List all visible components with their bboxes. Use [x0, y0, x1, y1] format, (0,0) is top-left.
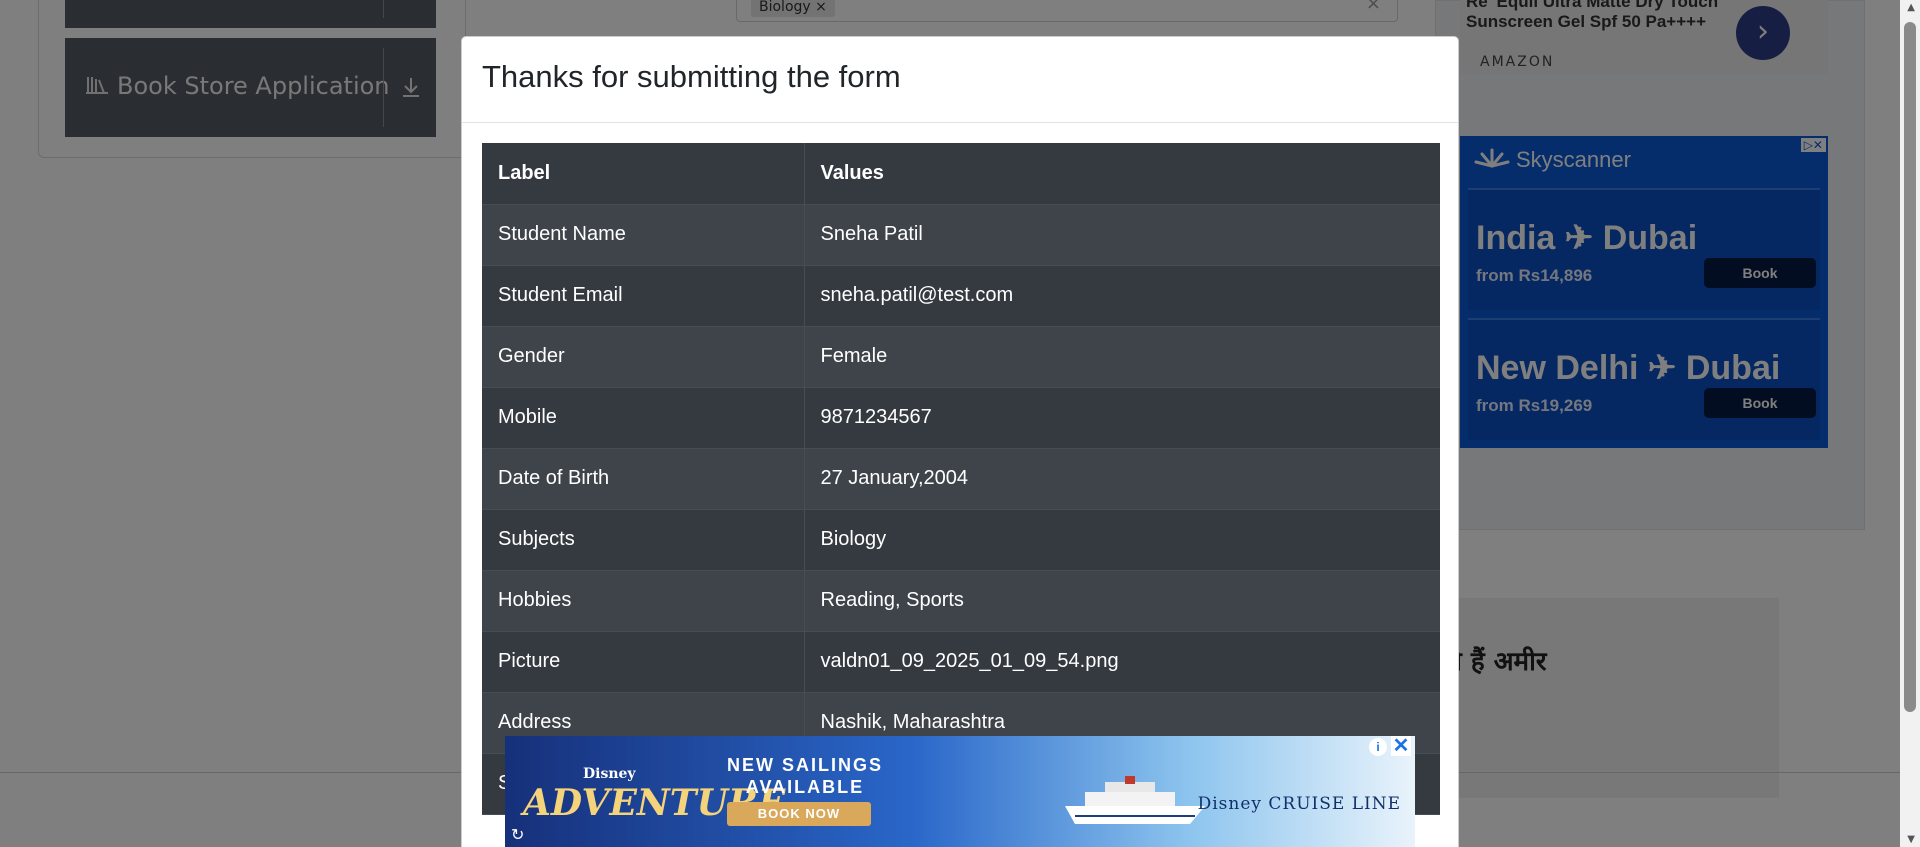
table-row: Subjects Biology [482, 509, 1440, 571]
disney-cruise-ad[interactable]: Disney ADVENTURE NEW SAILINGS AVAILABLE … [505, 736, 1415, 847]
row-value: 9871234567 [804, 387, 1440, 449]
table-row: Hobbies Reading, Sports [482, 570, 1440, 632]
table-row: Student Name Sneha Patil [482, 204, 1440, 266]
disney-headline-line1: NEW SAILINGS [727, 755, 884, 775]
scrollbar-thumb[interactable] [1904, 22, 1916, 712]
row-value: sneha.patil@test.com [804, 265, 1440, 327]
table-row: Picture valdn01_09_2025_01_09_54.png [482, 631, 1440, 693]
row-label: Student Name [482, 204, 805, 266]
row-label: Mobile [482, 387, 805, 449]
disney-cruise-line-brand: Disney CRUISE LINE [1197, 794, 1401, 814]
row-value: valdn01_09_2025_01_09_54.png [804, 631, 1440, 693]
row-label: Gender [482, 326, 805, 388]
scroll-down-icon[interactable]: ▼ [1907, 834, 1915, 845]
row-label: Student Email [482, 265, 805, 327]
table-row: Date of Birth 27 January,2004 [482, 448, 1440, 510]
table-row: Mobile 9871234567 [482, 387, 1440, 449]
refresh-icon[interactable]: ↻ [511, 825, 524, 845]
disney-headline-line2: AVAILABLE [745, 777, 865, 797]
modal-header: Thanks for submitting the form [462, 37, 1458, 123]
row-value: 27 January,2004 [804, 448, 1440, 510]
row-label: Picture [482, 631, 805, 693]
row-value: Reading, Sports [804, 570, 1440, 632]
page-scrollbar[interactable]: ▲ ▼ [1900, 0, 1920, 847]
disney-headline: NEW SAILINGS AVAILABLE [727, 754, 883, 798]
column-header-values: Values [804, 143, 1440, 205]
submission-table: Label Values Student Name Sneha Patil St… [482, 143, 1440, 815]
row-label: Date of Birth [482, 448, 805, 510]
close-icon[interactable]: ✕ [1391, 736, 1411, 756]
row-value: Biology [804, 509, 1440, 571]
table-row: Gender Female [482, 326, 1440, 388]
modal-title: Thanks for submitting the form [482, 59, 901, 94]
submission-table-wrapper: Label Values Student Name Sneha Patil St… [482, 143, 1440, 815]
cruise-ship-icon [1065, 776, 1205, 824]
table-row: Student Email sneha.patil@test.com [482, 265, 1440, 327]
row-label: Hobbies [482, 570, 805, 632]
book-now-button[interactable]: BOOK NOW [727, 802, 871, 826]
column-header-label: Label [482, 143, 805, 205]
scroll-up-icon[interactable]: ▲ [1907, 2, 1915, 13]
row-value: Female [804, 326, 1440, 388]
row-label: Subjects [482, 509, 805, 571]
row-value: Sneha Patil [804, 204, 1440, 266]
ad-info-icon[interactable]: i [1369, 738, 1387, 756]
table-header-row: Label Values [482, 143, 1440, 205]
submission-modal: Thanks for submitting the form Label Val… [461, 36, 1459, 847]
